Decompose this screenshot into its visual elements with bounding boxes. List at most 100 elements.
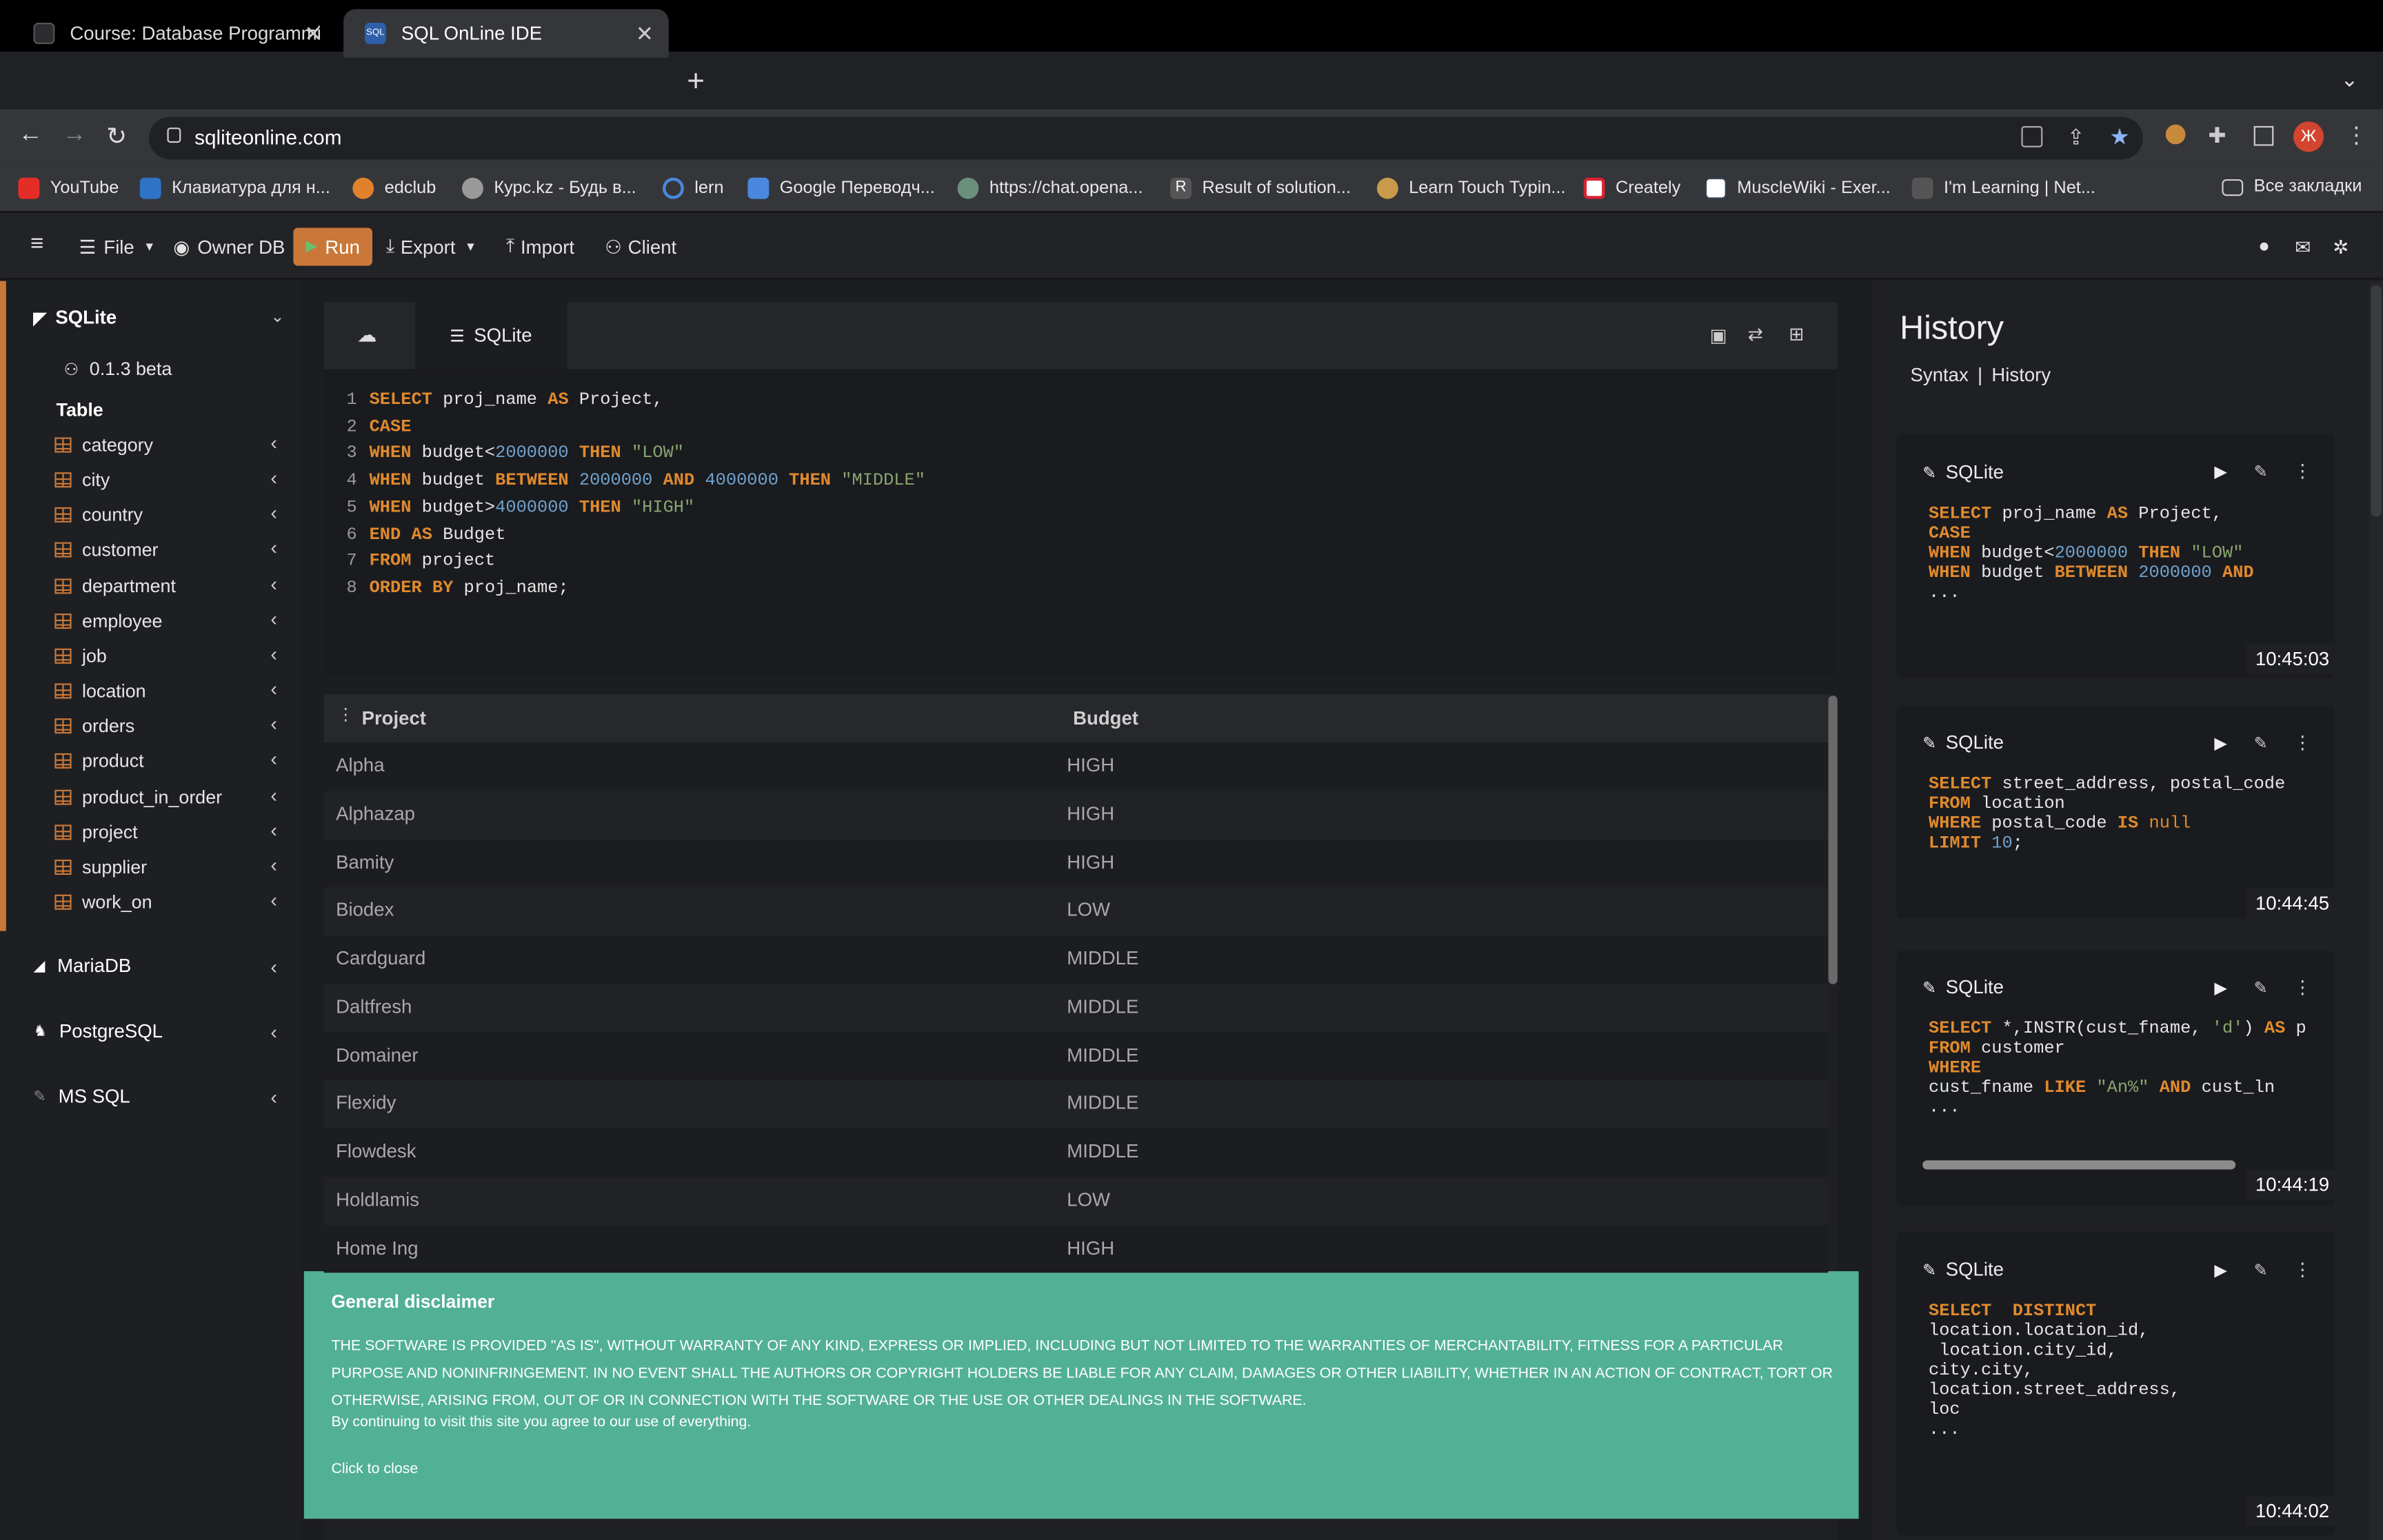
bookmark-google-translate[interactable]: Google Переводч... (747, 177, 935, 199)
bookmark-star-icon[interactable]: ★ (2109, 123, 2130, 150)
sidebar-db-sqlite[interactable]: ◤ SQLite (33, 307, 117, 328)
more-icon[interactable]: ⋮ (2293, 460, 2311, 482)
share-icon[interactable]: ⇪ (2067, 125, 2085, 150)
browser-tab-sqlonline[interactable]: SQL SQL OnLine IDE ✕ (343, 9, 669, 58)
syntax-link[interactable]: Syntax (1911, 365, 1969, 386)
export-menu[interactable]: ⤓ Export ▼ (386, 235, 476, 258)
bookmark-netacad[interactable]: I'm Learning | Net... (1911, 177, 2095, 199)
sidebar-table-supplier[interactable]: supplier (54, 856, 147, 878)
forward-icon[interactable]: → (62, 121, 86, 149)
bookmark-result[interactable]: R Result of solution... (1170, 177, 1351, 199)
sidebar-db-postgresql[interactable]: ♞ PostgreSQL (33, 1021, 162, 1042)
bookmark-kurs[interactable]: Курс.kz - Будь в... (462, 177, 636, 199)
chevron-left-icon[interactable]: ‹ (270, 818, 277, 841)
chevron-left-icon[interactable]: ‹ (270, 502, 277, 525)
sidebar-db-mariadb[interactable]: ◢ MariaDB (33, 955, 131, 977)
column-header-project[interactable]: Project (362, 708, 426, 729)
sidebar-db-mssql[interactable]: ✎ MS SQL (33, 1086, 130, 1107)
save-icon[interactable]: ▣ (1710, 325, 1727, 346)
play-icon[interactable]: ▶ (2214, 1261, 2227, 1280)
column-header-budget[interactable]: Budget (1073, 708, 1138, 729)
import-button[interactable]: ⤒ Import (506, 235, 574, 258)
sidebar-table-project[interactable]: project (54, 821, 138, 842)
play-icon[interactable]: ▶ (2214, 733, 2227, 753)
sidebar-table-category[interactable]: category (54, 434, 153, 456)
sidebar-table-product_in_order[interactable]: product_in_order (54, 786, 222, 807)
play-icon[interactable]: ▶ (2214, 978, 2227, 997)
chevron-left-icon[interactable]: ‹ (270, 783, 277, 806)
bookmark-youtube[interactable]: YouTube (18, 177, 119, 199)
chevron-left-icon[interactable]: ‹ (270, 678, 277, 700)
back-icon[interactable]: ← (18, 121, 42, 149)
close-tab-icon[interactable]: ✕ (304, 21, 322, 47)
owner-db-button[interactable]: ◉ Owner DB (173, 235, 285, 259)
chevron-left-icon[interactable]: ‹ (270, 955, 277, 978)
sidebar-table-employee[interactable]: employee (54, 610, 163, 631)
side-panel-icon[interactable] (2253, 125, 2274, 146)
sidebar-table-job[interactable]: job (54, 645, 107, 667)
add-tab-icon[interactable]: ⊞ (1789, 323, 1804, 345)
sidebar-table-orders[interactable]: orders (54, 716, 134, 737)
bookmark-musclewiki[interactable]: MuscleWiki - Exer... (1705, 177, 1891, 199)
refresh-icon[interactable]: ⇄ (1748, 323, 1763, 345)
settings-gear-icon[interactable]: ✲ (2333, 235, 2349, 259)
chevron-left-icon[interactable]: ‹ (270, 572, 277, 595)
hamburger-menu-icon[interactable]: ≡ (30, 231, 43, 256)
column-menu-icon[interactable]: ⋮ (337, 705, 354, 724)
chevron-down-icon[interactable]: ⌄ (270, 307, 284, 326)
chevron-left-icon[interactable]: ‹ (270, 537, 277, 560)
edit-icon[interactable]: ✎ (2254, 1261, 2268, 1280)
lock-icon[interactable] (167, 128, 181, 143)
chevron-left-icon[interactable]: ‹ (270, 853, 277, 876)
history-scroll-thumb[interactable] (2371, 285, 2382, 517)
all-bookmarks[interactable]: Все закладки (2222, 178, 2362, 196)
user-icon[interactable]: ● (2258, 235, 2270, 256)
cloud-tab[interactable]: ☁ (323, 302, 412, 369)
editor-tab-sqlite[interactable]: ☰ SQLite (414, 302, 567, 369)
bookmark-lern[interactable]: lern (662, 177, 724, 199)
bookmark-creately[interactable]: Creately (1583, 177, 1680, 199)
play-icon[interactable]: ▶ (2214, 462, 2227, 481)
chevron-left-icon[interactable]: ‹ (270, 1021, 277, 1044)
chevron-left-icon[interactable]: ‹ (270, 642, 277, 665)
url-field[interactable] (149, 116, 2143, 160)
chevron-left-icon[interactable]: ‹ (270, 1086, 277, 1108)
disclaimer-close[interactable]: Click to close (331, 1461, 418, 1477)
translate-icon[interactable] (2021, 125, 2043, 148)
browser-menu-icon[interactable]: ⋮ (2345, 121, 2368, 148)
edit-icon[interactable]: ✎ (2254, 462, 2268, 481)
sidebar-table-customer[interactable]: customer (54, 540, 159, 561)
bookmark-chatgpt[interactable]: https://chat.opena... (957, 177, 1143, 199)
client-button[interactable]: ⚇ Client (605, 235, 676, 259)
edit-icon[interactable]: ✎ (2254, 978, 2268, 997)
new-tab-icon[interactable]: + (687, 65, 705, 101)
mail-icon[interactable]: ✉ (2295, 235, 2311, 259)
sidebar-table-country[interactable]: country (54, 505, 143, 526)
sidebar-table-department[interactable]: department (54, 575, 176, 596)
edit-icon[interactable]: ✎ (2254, 733, 2268, 753)
chevron-left-icon[interactable]: ‹ (270, 432, 277, 454)
more-icon[interactable]: ⋮ (2293, 977, 2311, 998)
chevron-left-icon[interactable]: ‹ (270, 748, 277, 771)
profile-avatar[interactable]: Ж (2293, 121, 2324, 152)
bookmark-edclub[interactable]: edclub (352, 177, 436, 199)
sidebar-table-work_on[interactable]: work_on (54, 891, 152, 913)
results-scrollbar[interactable] (1828, 696, 1838, 984)
chevron-left-icon[interactable]: ‹ (270, 713, 277, 736)
history-link[interactable]: History (1991, 365, 2051, 386)
reload-icon[interactable]: ↻ (106, 121, 127, 152)
chevron-left-icon[interactable]: ‹ (270, 889, 277, 911)
chevron-left-icon[interactable]: ‹ (270, 467, 277, 489)
disclaimer-banner[interactable]: General disclaimer THE SOFTWARE IS PROVI… (303, 1271, 1859, 1519)
more-icon[interactable]: ⋮ (2293, 1259, 2311, 1280)
run-button[interactable]: ▶ Run (293, 227, 373, 266)
history-card-scrollbar[interactable] (1922, 1160, 2236, 1170)
url-text[interactable]: sqliteonline.com (194, 126, 341, 149)
extensions-puzzle-icon[interactable]: ✚ (2209, 123, 2226, 148)
file-menu[interactable]: ☰ File ▼ (79, 235, 156, 259)
bookmark-touch-typing[interactable]: Learn Touch Typin... (1376, 177, 1566, 199)
sidebar-table-product[interactable]: product (54, 751, 144, 772)
sidebar-table-location[interactable]: location (54, 680, 146, 702)
bookmark-keyboard[interactable]: Клавиатура для н... (139, 177, 330, 199)
chevron-left-icon[interactable]: ‹ (270, 607, 277, 630)
